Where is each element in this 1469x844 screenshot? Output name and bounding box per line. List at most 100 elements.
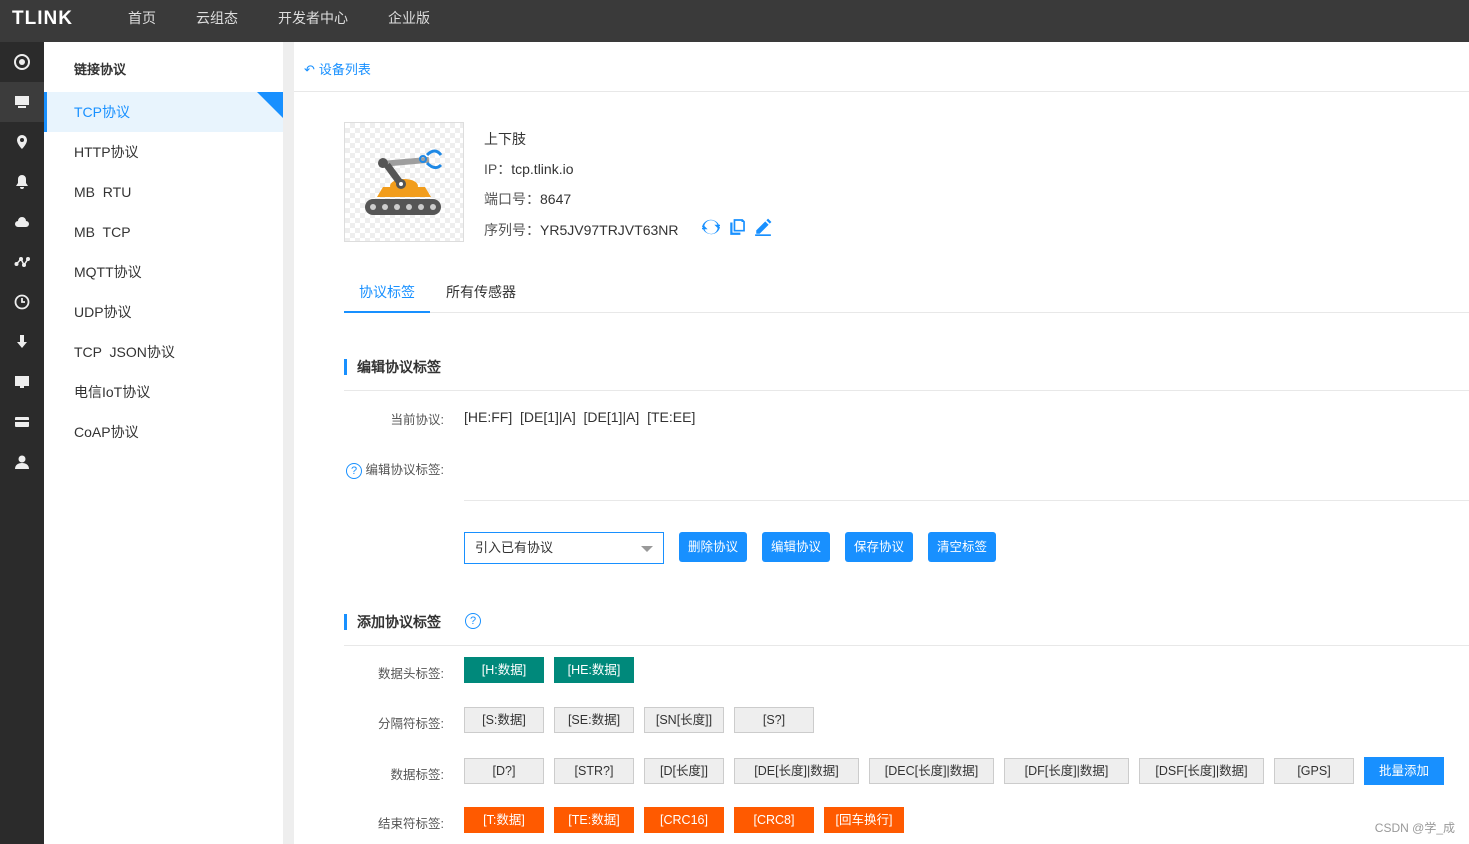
tag-d-length[interactable]: [D[长度]] [644, 758, 724, 784]
tag-s-data[interactable]: [S:数据] [464, 707, 544, 733]
refresh-icon[interactable] [702, 218, 720, 236]
edit-icon[interactable] [754, 218, 772, 236]
help-icon[interactable]: ? [346, 462, 363, 479]
edit-protocol-label: ? 编辑协议标签: [294, 459, 444, 479]
watermark: CSDN @学_成 [1374, 821, 1455, 835]
tag-crc8[interactable]: [CRC8] [734, 807, 814, 833]
save-protocol-button[interactable]: 保存协议 [845, 532, 913, 562]
tag-se-data[interactable]: [SE:数据] [554, 707, 634, 733]
edit-protocol-button[interactable]: 编辑协议 [762, 532, 830, 562]
help-icon[interactable]: ? [465, 613, 481, 629]
sidebar-item-label: CoAP协议 [74, 424, 139, 440]
edit-section-title: 编辑协议标签 [344, 359, 441, 375]
nav-cloud-config[interactable]: 云组态 [176, 0, 258, 42]
back-label: 设备列表 [318, 62, 371, 77]
tag-dec-length-data[interactable]: [DEC[长度]|数据] [869, 758, 994, 784]
tag-s-query[interactable]: [S?] [734, 707, 814, 733]
tag-te-data[interactable]: [TE:数据] [554, 807, 634, 833]
cloud-icon[interactable] [0, 202, 44, 242]
sidebar-item-mb-tcp[interactable]: MB TCP [44, 212, 283, 252]
location-icon[interactable] [0, 122, 44, 162]
tag-str-query[interactable]: [STR?] [554, 758, 634, 784]
ip-value: tcp.tlink.io [511, 161, 574, 177]
edit-protocol-label-text: 编辑协议标签: [365, 463, 444, 477]
port-label: 端口号： [484, 191, 540, 207]
sidebar-item-label: 电信IoT协议 [74, 384, 151, 400]
target-icon[interactable] [0, 42, 44, 82]
nav-home[interactable]: 首页 [108, 0, 176, 42]
tag-he-data[interactable]: [HE:数据] [554, 657, 634, 683]
protocol-tag-editor[interactable] [464, 500, 1469, 501]
sidebar-item-mqtt[interactable]: MQTT协议 [44, 252, 283, 292]
sidebar-divider [283, 42, 294, 844]
sidebar-title: 链接协议 [74, 62, 127, 77]
tag-crc16[interactable]: [CRC16] [644, 807, 724, 833]
device-ip: IP：tcp.tlink.io [484, 159, 573, 179]
ip-label: IP： [484, 161, 512, 177]
batch-add-button[interactable]: 批量添加 [1364, 757, 1444, 785]
header-tags-label: 数据头标签: [378, 667, 444, 681]
tag-gps[interactable]: [GPS] [1274, 758, 1354, 784]
tag-sn-length[interactable]: [SN[长度]] [644, 707, 724, 733]
card-icon[interactable] [0, 402, 44, 442]
tab-protocol-tags[interactable]: 协议标签 [344, 272, 430, 313]
device-port: 端口号：8647 [484, 189, 571, 209]
download-icon[interactable] [0, 322, 44, 362]
add-section-title: 添加协议标签 [344, 614, 441, 630]
import-protocol-select[interactable]: 引入已有协议 [464, 532, 664, 564]
tag-df-length-data[interactable]: [DF[长度]|数据] [1004, 758, 1129, 784]
sidebar-item-http[interactable]: HTTP协议 [44, 132, 283, 172]
separator-tags-label: 分隔符标签: [378, 717, 444, 731]
tag-d-query[interactable]: [D?] [464, 758, 544, 784]
data-tags-label: 数据标签: [390, 768, 444, 782]
monitor-icon[interactable] [0, 82, 44, 122]
sidebar-item-label: TCP协议 [74, 104, 130, 120]
tag-h-data[interactable]: [H:数据] [464, 657, 544, 683]
nav-enterprise[interactable]: 企业版 [368, 0, 450, 42]
sidebar-item-label: TCP JSON协议 [74, 344, 175, 360]
protocol-sidebar: 链接协议 TCP协议 HTTP协议 MB RTU MB TCP MQTT协议 U… [44, 42, 283, 844]
clock-icon[interactable] [0, 282, 44, 322]
sidebar-item-coap[interactable]: CoAP协议 [44, 412, 283, 452]
sidebar-item-tcp-json[interactable]: TCP JSON协议 [44, 332, 283, 372]
user-icon[interactable] [0, 442, 44, 482]
sidebar-item-tcp[interactable]: TCP协议 [44, 92, 283, 132]
serial-actions [702, 218, 772, 236]
copy-icon[interactable] [728, 218, 746, 236]
sidebar-item-label: UDP协议 [74, 304, 132, 320]
tab-bar: 协议标签 所有传感器 [344, 272, 1469, 313]
top-nav: 首页 云组态 开发者中心 企业版 [108, 0, 450, 42]
sidebar-item-mb-rtu[interactable]: MB RTU [44, 172, 283, 212]
sidebar-item-label: MB RTU [74, 184, 132, 200]
device-image [344, 122, 464, 242]
tag-crlf[interactable]: [回车换行] [824, 807, 904, 833]
logo[interactable]: TLINK [12, 8, 73, 30]
tag-dsf-length-data[interactable]: [DSF[长度]|数据] [1139, 758, 1264, 784]
sidebar-item-telecom-iot[interactable]: 电信IoT协议 [44, 372, 283, 412]
select-value: 引入已有协议 [475, 540, 554, 555]
back-to-device-list[interactable]: ↶ 设备列表 [304, 59, 371, 78]
bell-icon[interactable] [0, 162, 44, 202]
device-name: 上下肢 [484, 131, 526, 147]
port-value: 8647 [540, 191, 572, 207]
icon-rail [0, 42, 44, 844]
divider [344, 390, 1469, 391]
nav-developer-center[interactable]: 开发者中心 [258, 0, 368, 42]
sidebar-item-udp[interactable]: UDP协议 [44, 292, 283, 332]
tab-all-sensors[interactable]: 所有传感器 [438, 272, 524, 313]
serial-value: YR5JV97TRJVT63NR [540, 222, 679, 238]
back-arrow-icon: ↶ [304, 62, 315, 77]
clear-tags-button[interactable]: 清空标签 [928, 532, 996, 562]
sidebar-item-label: MB TCP [74, 224, 131, 240]
current-protocol-label: 当前协议: [390, 413, 444, 427]
sidebar-item-label: MQTT协议 [74, 264, 142, 280]
screen-icon[interactable] [0, 362, 44, 402]
tag-t-data[interactable]: [T:数据] [464, 807, 544, 833]
active-corner-badge [257, 92, 283, 118]
share-icon[interactable] [0, 242, 44, 282]
tag-de-length-data[interactable]: [DE[长度]|数据] [734, 758, 859, 784]
main-content: ↶ 设备列表 上下肢 IP：tcp.tlink.io 端口号：8647 序列号：Y… [294, 42, 1469, 844]
sidebar-item-label: HTTP协议 [74, 144, 139, 160]
robot-arm-icon [365, 149, 443, 215]
delete-protocol-button[interactable]: 删除协议 [679, 532, 747, 562]
